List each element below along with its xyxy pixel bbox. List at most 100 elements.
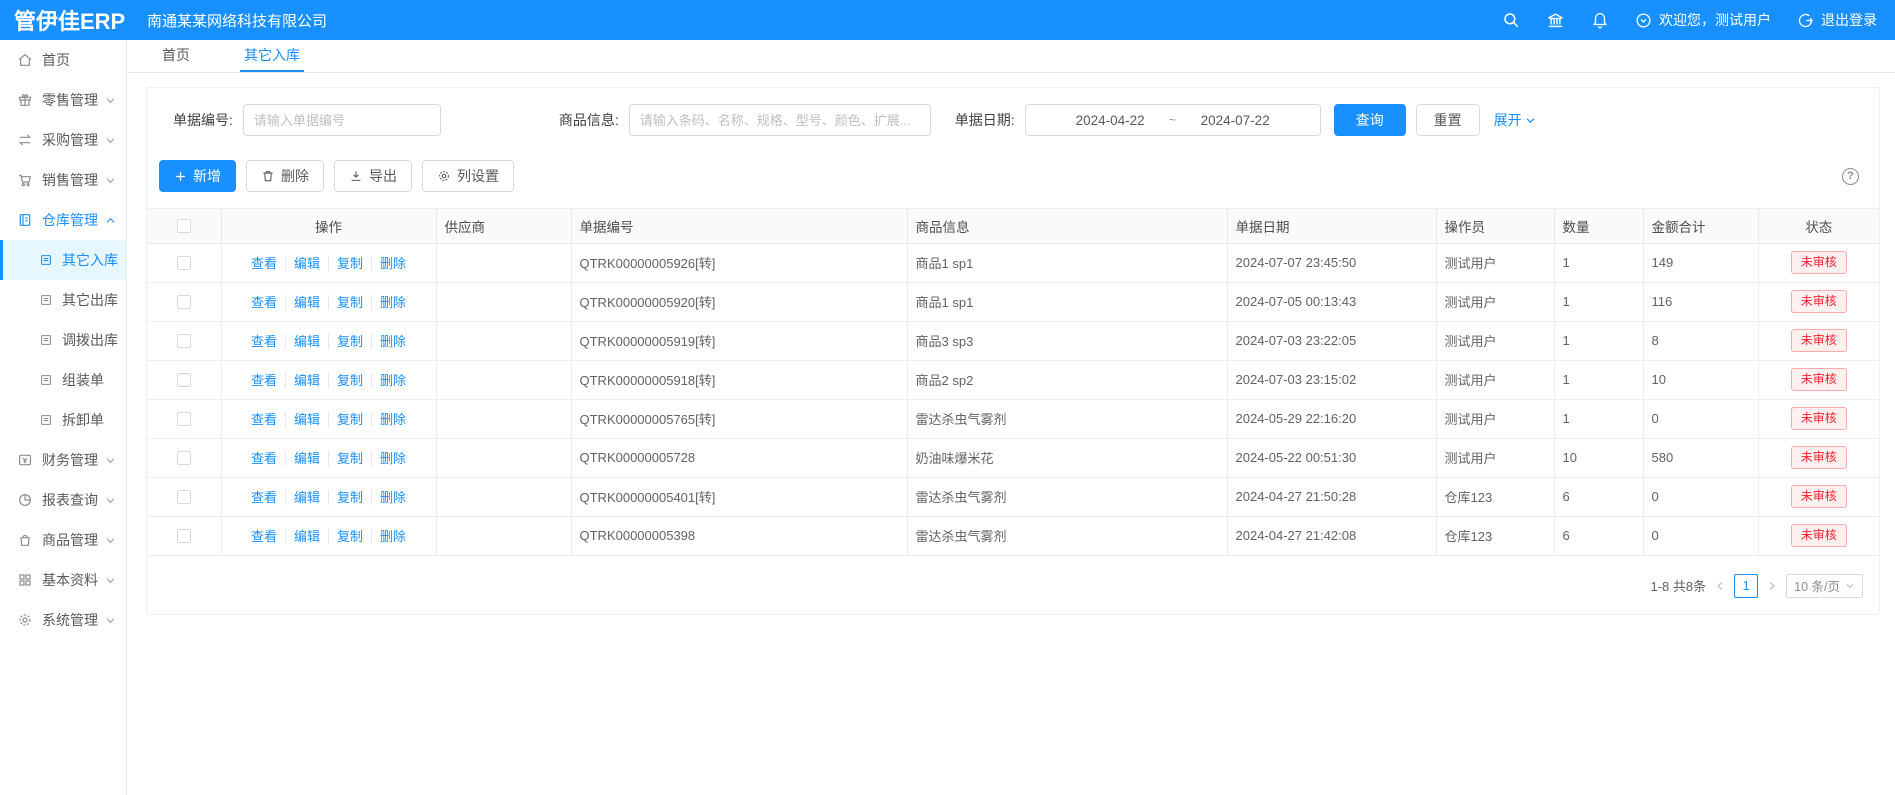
sidebar-item-其它出库[interactable]: 其它出库: [0, 280, 126, 320]
topbar-actions: 欢迎您，测试用户 退出登录: [1502, 10, 1895, 30]
row-checkbox[interactable]: [177, 412, 191, 426]
sidebar-item-报表查询[interactable]: 报表查询: [0, 480, 126, 520]
row-checkbox[interactable]: [177, 451, 191, 465]
doc-no-input[interactable]: [243, 104, 441, 136]
table-row: 查看编辑复制删除QTRK00000005926[转]商品1 sp12024-07…: [147, 243, 1879, 282]
delete-link[interactable]: 删除: [372, 490, 414, 505]
pagination-page-1[interactable]: 1: [1734, 574, 1758, 598]
logout-button[interactable]: 退出登录: [1797, 10, 1877, 30]
search-button[interactable]: 查询: [1334, 104, 1406, 136]
copy-link[interactable]: 复制: [329, 412, 372, 427]
sidebar-item-label: 其它出库: [62, 290, 118, 310]
copy-link[interactable]: 复制: [329, 334, 372, 349]
copy-link[interactable]: 复制: [329, 451, 372, 466]
cell-date: 2024-05-29 22:16:20: [1227, 399, 1436, 438]
sidebar-item-零售管理[interactable]: 零售管理: [0, 80, 126, 120]
copy-link[interactable]: 复制: [329, 490, 372, 505]
row-checkbox[interactable]: [177, 334, 191, 348]
table-body: 查看编辑复制删除QTRK00000005926[转]商品1 sp12024-07…: [147, 243, 1879, 555]
sidebar-item-label: 其它入库: [62, 250, 118, 270]
edit-link[interactable]: 编辑: [286, 451, 329, 466]
sidebar-item-商品管理[interactable]: 商品管理: [0, 520, 126, 560]
view-link[interactable]: 查看: [243, 529, 286, 544]
export-button[interactable]: 导出: [334, 160, 412, 192]
row-checkbox[interactable]: [177, 529, 191, 543]
copy-link[interactable]: 复制: [329, 295, 372, 310]
edit-link[interactable]: 编辑: [286, 529, 329, 544]
edit-link[interactable]: 编辑: [286, 412, 329, 427]
view-link[interactable]: 查看: [243, 373, 286, 388]
bank-icon[interactable]: [1546, 11, 1565, 30]
expand-link[interactable]: 展开: [1494, 110, 1536, 130]
page-size-select[interactable]: 10 条/页: [1786, 574, 1863, 598]
add-button[interactable]: 新增: [159, 160, 236, 192]
form-icon: [39, 253, 53, 267]
delete-button[interactable]: 删除: [246, 160, 324, 192]
delete-link[interactable]: 删除: [372, 373, 414, 388]
date-range-picker[interactable]: ~: [1025, 104, 1321, 136]
sidebar-item-基本资料[interactable]: 基本资料: [0, 560, 126, 600]
sidebar-item-采购管理[interactable]: 采购管理: [0, 120, 126, 160]
row-checkbox[interactable]: [177, 490, 191, 504]
view-link[interactable]: 查看: [243, 334, 286, 349]
copy-link[interactable]: 复制: [329, 529, 372, 544]
pagination-next-button[interactable]: [1766, 580, 1778, 592]
sidebar-item-首页[interactable]: 首页: [0, 40, 126, 80]
column-settings-button[interactable]: 列设置: [422, 160, 514, 192]
sidebar-item-财务管理[interactable]: 财务管理: [0, 440, 126, 480]
delete-link[interactable]: 删除: [372, 412, 414, 427]
filter-row: 单据编号: 商品信息: 单据日期: ~ 查询 重置 展开: [147, 88, 1879, 152]
sidebar-item-其它入库[interactable]: 其它入库: [0, 240, 126, 280]
tab-other-inbound[interactable]: 其它入库: [240, 40, 304, 72]
cell-operations: 查看编辑复制删除: [221, 243, 436, 282]
form-icon: [39, 373, 53, 387]
cart-icon: [17, 172, 33, 188]
goods-input[interactable]: [629, 104, 931, 136]
search-icon[interactable]: [1502, 11, 1520, 29]
user-circle-icon: [1635, 12, 1652, 29]
plus-icon: [174, 170, 187, 183]
chevron-down-icon: [105, 455, 116, 466]
pagination-prev-button[interactable]: [1714, 580, 1726, 592]
date-start-input[interactable]: [1055, 113, 1165, 128]
user-menu[interactable]: 欢迎您，测试用户: [1635, 10, 1771, 30]
row-checkbox[interactable]: [177, 256, 191, 270]
row-checkbox[interactable]: [177, 373, 191, 387]
cell-supplier: [436, 516, 571, 555]
help-icon[interactable]: ?: [1842, 168, 1859, 185]
delete-link[interactable]: 删除: [372, 295, 414, 310]
cell-doc-no: QTRK00000005919[转]: [571, 321, 907, 360]
cell-amount: 8: [1643, 321, 1758, 360]
sidebar-item-销售管理[interactable]: 销售管理: [0, 160, 126, 200]
delete-link[interactable]: 删除: [372, 451, 414, 466]
edit-link[interactable]: 编辑: [286, 490, 329, 505]
row-checkbox[interactable]: [177, 295, 191, 309]
delete-link[interactable]: 删除: [372, 529, 414, 544]
edit-link[interactable]: 编辑: [286, 295, 329, 310]
copy-link[interactable]: 复制: [329, 256, 372, 271]
sidebar-item-系统管理[interactable]: 系统管理: [0, 600, 126, 640]
export-button-label: 导出: [369, 166, 397, 186]
edit-link[interactable]: 编辑: [286, 256, 329, 271]
reset-button[interactable]: 重置: [1416, 104, 1480, 136]
select-all-checkbox[interactable]: [177, 219, 191, 233]
sidebar-item-拆卸单[interactable]: 拆卸单: [0, 400, 126, 440]
view-link[interactable]: 查看: [243, 295, 286, 310]
copy-link[interactable]: 复制: [329, 373, 372, 388]
sidebar-item-仓库管理[interactable]: 仓库管理: [0, 200, 126, 240]
delete-link[interactable]: 删除: [372, 256, 414, 271]
cell-checkbox: [147, 438, 221, 477]
sidebar-item-调拨出库[interactable]: 调拨出库: [0, 320, 126, 360]
tab-home[interactable]: 首页: [158, 40, 194, 72]
view-link[interactable]: 查看: [243, 412, 286, 427]
edit-link[interactable]: 编辑: [286, 373, 329, 388]
delete-link[interactable]: 删除: [372, 334, 414, 349]
view-link[interactable]: 查看: [243, 256, 286, 271]
view-link[interactable]: 查看: [243, 451, 286, 466]
sidebar-item-组装单[interactable]: 组装单: [0, 360, 126, 400]
cell-supplier: [436, 321, 571, 360]
edit-link[interactable]: 编辑: [286, 334, 329, 349]
view-link[interactable]: 查看: [243, 490, 286, 505]
date-end-input[interactable]: [1180, 113, 1290, 128]
bell-icon[interactable]: [1591, 11, 1609, 29]
